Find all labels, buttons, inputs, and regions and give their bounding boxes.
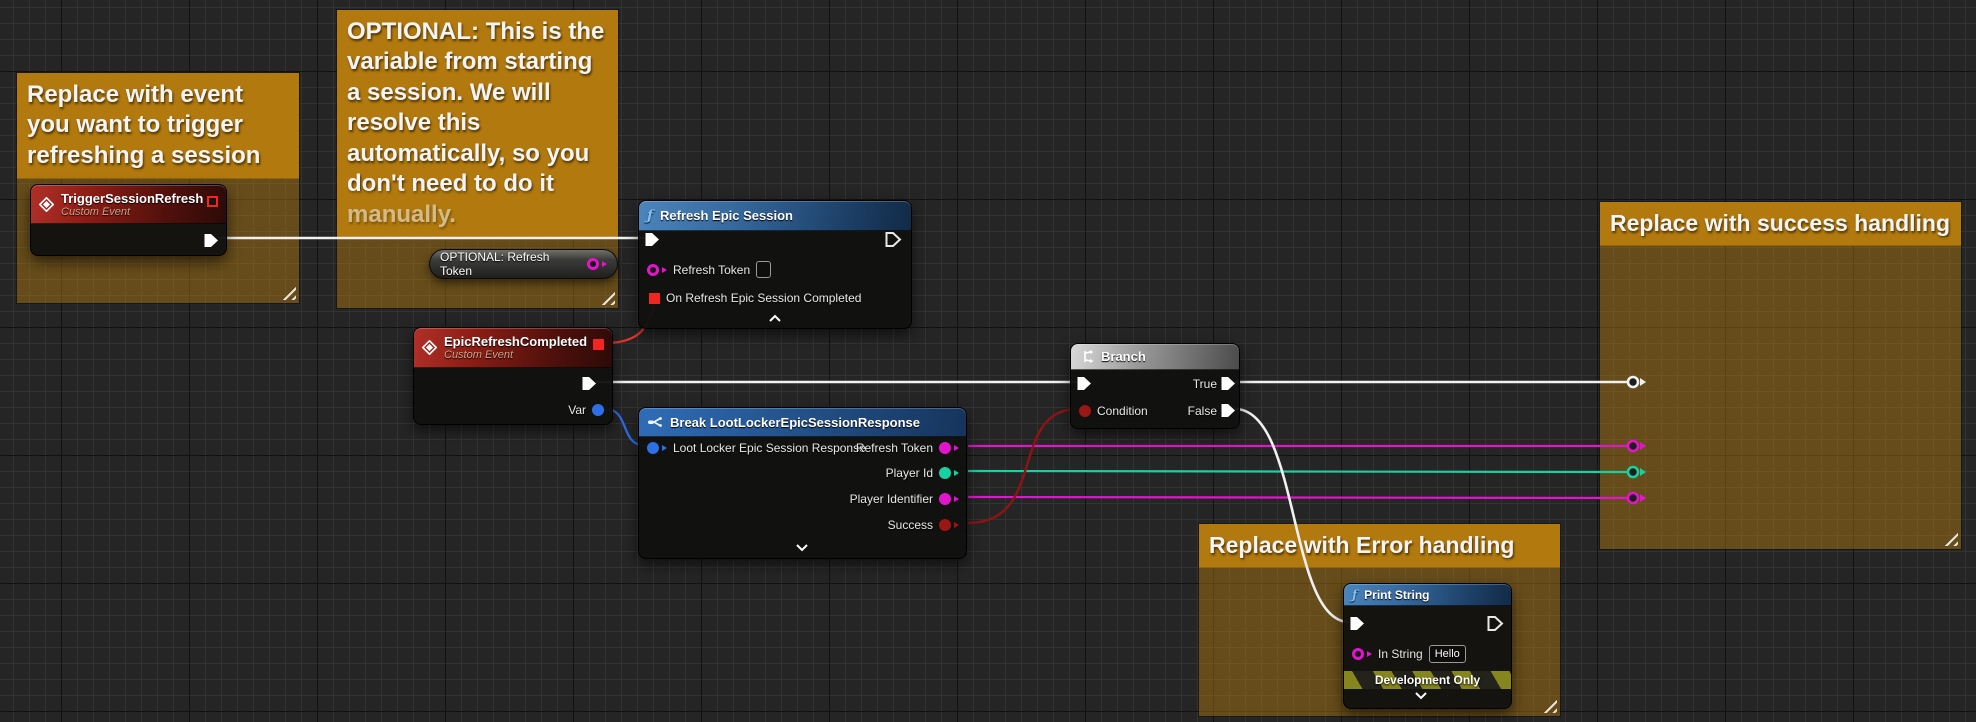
node-title: Branch bbox=[1101, 349, 1146, 364]
out-label-success: Success bbox=[887, 518, 933, 532]
pin-arrow-icon bbox=[662, 445, 667, 451]
node-title: Refresh Epic Session bbox=[660, 208, 793, 223]
exec-out-pin[interactable] bbox=[581, 375, 598, 392]
node-refresh-epic-session[interactable]: ƒ Refresh Epic Session Refresh Token On … bbox=[638, 200, 912, 329]
node-branch[interactable]: Branch Condition True False bbox=[1070, 343, 1240, 429]
pin-arrow-icon bbox=[1367, 651, 1372, 657]
node-subtitle: Custom Event bbox=[61, 205, 131, 218]
expand-down-icon[interactable] bbox=[1414, 692, 1428, 700]
node-title: Break LootLockerEpicSessionResponse bbox=[670, 414, 920, 430]
exec-in-pin[interactable] bbox=[1076, 375, 1093, 392]
development-only-label: Development Only bbox=[1374, 673, 1481, 687]
exec-out-pin[interactable] bbox=[885, 231, 902, 248]
condition-pin[interactable] bbox=[1079, 405, 1091, 417]
refresh-token-pin[interactable] bbox=[647, 263, 659, 276]
out-label-player-id: Player Id bbox=[885, 466, 933, 480]
true-label: True bbox=[1192, 377, 1217, 391]
variable-label: OPTIONAL: Refresh Token bbox=[440, 250, 550, 278]
node-break-lootlocker-epic-session-response[interactable]: Break LootLockerEpicSessionResponse Loot… bbox=[638, 407, 967, 559]
delegate-pin-icon[interactable] bbox=[593, 339, 604, 350]
out-pin-refresh-token[interactable] bbox=[939, 442, 951, 454]
custom-event-icon bbox=[422, 340, 437, 355]
in-string-label: In String bbox=[1378, 647, 1423, 661]
pin-arrow-icon bbox=[954, 496, 959, 502]
branch-icon bbox=[1084, 350, 1094, 363]
out-pin-player-id[interactable] bbox=[939, 467, 951, 479]
wire-success-to-condition bbox=[967, 407, 1079, 525]
exec-out-pin[interactable] bbox=[203, 232, 220, 249]
wire-player-identifier bbox=[967, 495, 1628, 500]
node-title: Print String bbox=[1364, 587, 1430, 602]
pin-arrow-icon bbox=[954, 470, 959, 476]
node-optional-refresh-token-var[interactable]: OPTIONAL: Refresh Token bbox=[429, 249, 618, 279]
refresh-token-input[interactable] bbox=[756, 261, 772, 278]
on-completed-delegate-pin[interactable] bbox=[649, 292, 660, 304]
out-pin-success[interactable] bbox=[939, 519, 951, 531]
in-string-input[interactable]: Hello bbox=[1428, 645, 1466, 663]
node-epic-refresh-completed[interactable]: EpicRefreshCompleted Custom Event Var bbox=[413, 327, 613, 425]
refresh-token-label: Refresh Token bbox=[673, 262, 751, 277]
development-only-banner: Development Only bbox=[1344, 671, 1511, 689]
exec-in-pin[interactable] bbox=[1349, 615, 1366, 632]
exec-out-pin[interactable] bbox=[1487, 615, 1504, 632]
delegate-pin-icon[interactable] bbox=[207, 196, 218, 207]
pin-arrow-icon bbox=[602, 261, 607, 267]
var-label: Var bbox=[568, 403, 586, 417]
false-exec-out-pin[interactable] bbox=[1220, 402, 1237, 419]
on-completed-label: On Refresh Epic Session Completed bbox=[666, 291, 862, 305]
pin-arrow-icon bbox=[954, 522, 959, 528]
exec-in-pin[interactable] bbox=[644, 231, 661, 248]
break-struct-icon bbox=[648, 417, 662, 427]
comment-success[interactable]: Replace with success handling bbox=[1599, 201, 1962, 550]
comment-success-body bbox=[1600, 237, 1961, 549]
collapse-up-icon[interactable] bbox=[768, 314, 782, 322]
pin-arrow-icon bbox=[954, 445, 959, 451]
struct-in-label: Loot Locker Epic Session Response bbox=[673, 441, 866, 455]
condition-label: Condition bbox=[1097, 404, 1148, 418]
node-print-string[interactable]: ƒ Print String In String Hello Developme… bbox=[1343, 583, 1512, 709]
node-title: EpicRefreshCompleted bbox=[444, 334, 588, 349]
function-icon: ƒ bbox=[647, 207, 654, 224]
out-label-player-identifier: Player Identifier bbox=[849, 492, 933, 506]
out-label-refresh-token: Refresh Token bbox=[855, 441, 933, 455]
function-icon: ƒ bbox=[1352, 587, 1358, 602]
variable-out-pin[interactable] bbox=[587, 258, 599, 270]
node-trigger-session-refresh[interactable]: TriggerSessionRefresh Custom Event bbox=[30, 184, 227, 256]
true-exec-out-pin[interactable] bbox=[1220, 375, 1237, 392]
custom-event-icon bbox=[39, 196, 54, 212]
false-label: False bbox=[1187, 404, 1217, 418]
var-out-pin[interactable] bbox=[592, 404, 604, 416]
out-pin-player-identifier[interactable] bbox=[939, 493, 951, 505]
node-subtitle: Custom Event bbox=[444, 349, 514, 361]
wire-player-id bbox=[967, 469, 1628, 474]
struct-in-pin[interactable] bbox=[647, 442, 659, 454]
node-title: TriggerSessionRefresh bbox=[61, 190, 204, 206]
expand-down-icon[interactable] bbox=[795, 544, 809, 552]
blueprint-graph-canvas[interactable]: Replace with event you want to trigger r… bbox=[0, 0, 1976, 722]
pin-arrow-icon bbox=[662, 266, 667, 273]
in-string-pin[interactable] bbox=[1352, 648, 1364, 660]
comment-trigger-title[interactable]: Replace with event you want to trigger r… bbox=[17, 73, 299, 180]
